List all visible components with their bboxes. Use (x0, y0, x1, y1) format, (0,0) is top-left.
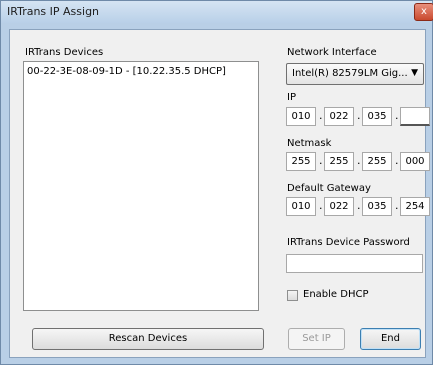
close-button[interactable]: x (414, 3, 433, 21)
dhcp-label: Enable DHCP (303, 289, 369, 300)
chevron-down-icon: ▼ (411, 68, 418, 78)
gateway-dot: . (357, 199, 361, 212)
netmask-dot: . (319, 154, 323, 167)
ip-label: IP (287, 92, 296, 103)
gateway-octet-4[interactable]: 254 (400, 197, 430, 216)
netmask-octet-1[interactable]: 255 (286, 152, 316, 171)
ip-dot: . (319, 109, 323, 122)
gateway-octet-3[interactable]: 035 (362, 197, 392, 216)
netmask-octet-2[interactable]: 255 (324, 152, 354, 171)
gateway-dot: . (395, 199, 399, 212)
gateway-octet-2[interactable]: 022 (324, 197, 354, 216)
ip-dot: . (395, 109, 399, 122)
ip-octet-3[interactable]: 035 (362, 107, 392, 126)
netmask-octet-4[interactable]: 000 (400, 152, 430, 171)
password-label: IRTrans Device Password (287, 237, 410, 248)
close-icon: x (421, 6, 427, 17)
ip-dot: . (357, 109, 361, 122)
gateway-octet-1[interactable]: 010 (286, 197, 316, 216)
window-title: IRTrans IP Assign (7, 5, 100, 18)
dhcp-checkbox[interactable] (287, 290, 298, 301)
gateway-label: Default Gateway (287, 183, 371, 194)
ip-octet-4[interactable] (400, 107, 430, 126)
ip-assign-window: IRTrans IP Assign x IRTrans Devices 00-2… (0, 0, 433, 365)
ip-octet-2[interactable]: 022 (324, 107, 354, 126)
end-button[interactable]: End (360, 328, 421, 350)
network-interface-select[interactable]: Intel(R) 82579LM Gig... ▼ (286, 63, 424, 85)
netmask-label: Netmask (287, 138, 332, 149)
netmask-dot: . (357, 154, 361, 167)
devices-label: IRTrans Devices (25, 47, 104, 58)
network-interface-value: Intel(R) 82579LM Gig... (292, 68, 408, 79)
password-field[interactable] (286, 254, 423, 273)
set-ip-button[interactable]: Set IP (288, 328, 345, 350)
ip-octet-1[interactable]: 010 (286, 107, 316, 126)
devices-list[interactable]: 00-22-3E-08-09-1D - [10.22.35.5 DHCP] (23, 61, 259, 311)
gateway-dot: . (319, 199, 323, 212)
netmask-dot: . (395, 154, 399, 167)
network-interface-label: Network Interface (287, 47, 377, 58)
device-item[interactable]: 00-22-3E-08-09-1D - [10.22.35.5 DHCP] (27, 66, 226, 77)
netmask-octet-3[interactable]: 255 (362, 152, 392, 171)
rescan-devices-button[interactable]: Rescan Devices (32, 328, 264, 350)
title-bar[interactable]: IRTrans IP Assign x (1, 1, 433, 23)
